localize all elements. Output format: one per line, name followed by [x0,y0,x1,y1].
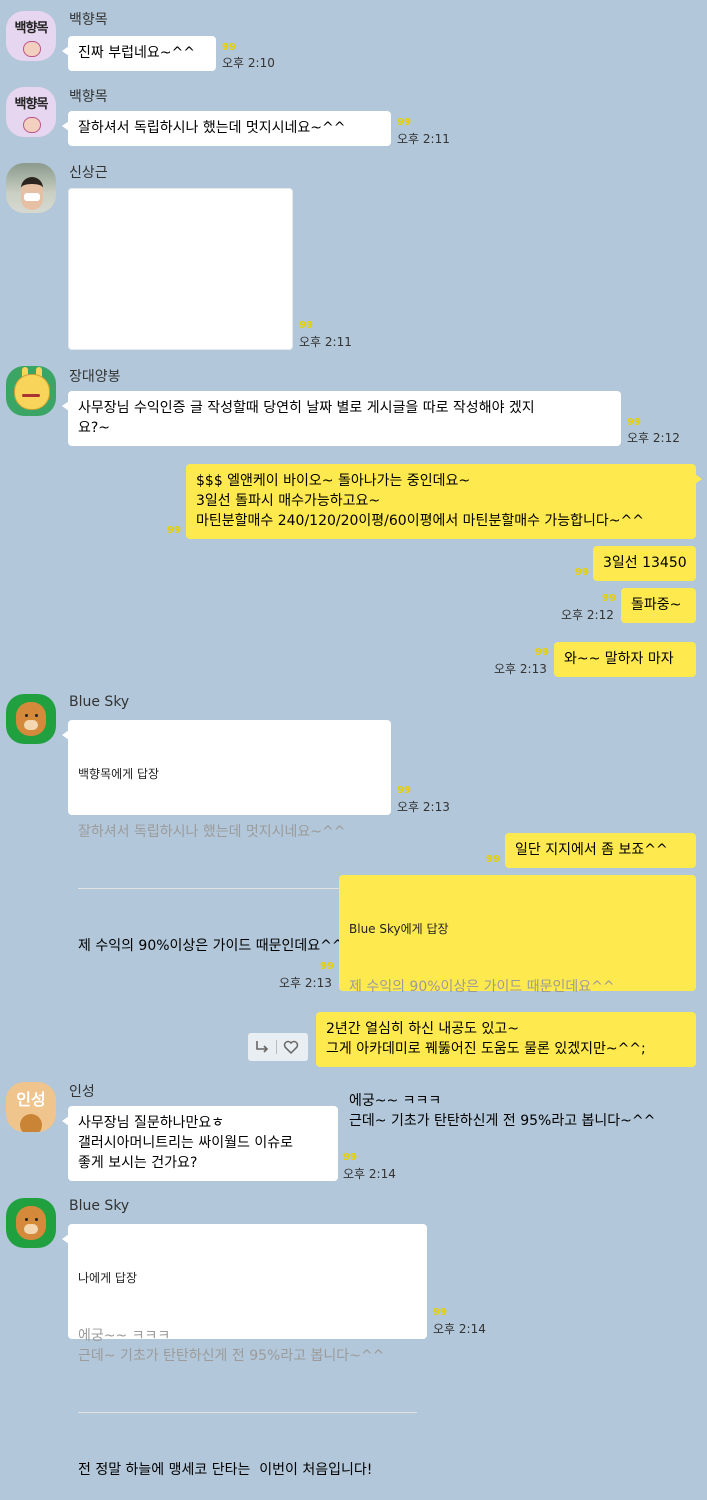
unread-count: 99 [627,417,641,428]
unread-count: 99 [486,854,500,865]
unread-count: 99 [535,647,549,658]
avatar-face [23,117,41,133]
unread-count: 99 [167,525,181,536]
reply-text: 제 수익의 90%이상은 가이드 때문인데요^^ [78,938,344,954]
reply-quote: 잘하셔서 독립하시나 했는데 멋지시네요~^^ [78,824,346,840]
avatar-face [14,374,50,410]
avatar-label: 백향목 [14,21,49,36]
reply-bubble[interactable]: Blue Sky에게 답장 제 수익의 90%이상은 가이드 때문인데요^^ 에… [339,875,696,1129]
avatar-mask [24,193,40,201]
reply-divider [78,888,381,889]
unread-count: 99 [575,567,589,578]
message-time: 오후 2:14 [433,1322,486,1336]
message-bubble[interactable]: 일단 지지에서 좀 보죠^^ [505,833,696,868]
avatar-face [20,1114,42,1132]
reply-quote: 제 수익의 90%이상은 가이드 때문인데요^^ [349,979,615,995]
message-bubble[interactable]: 돌파중~ [621,588,696,623]
unread-count: 99 [320,961,334,972]
avatar-eye [35,1218,38,1221]
avatar-eye [25,1218,28,1221]
reply-target: Blue Sky에게 답장 [349,922,449,936]
message-time: 오후 2:11 [299,335,352,349]
avatar-face [16,702,46,736]
avatar[interactable] [6,1198,56,1248]
unread-count: 99 [343,1152,357,1163]
message-time: 오후 2:11 [397,132,450,146]
avatar-mouth [22,394,40,397]
unread-count: 99 [602,593,616,604]
unread-count: 99 [433,1307,447,1318]
sender-name: 백향목 [69,89,108,105]
message-time: 오후 2:12 [627,431,680,445]
reply-icon[interactable] [248,1033,276,1061]
unread-count: 99 [299,320,313,331]
reply-text: 전 정말 하늘에 맹세코 단타는 이번이 처음입니다! [78,1462,373,1478]
message-time: 오후 2:13 [397,800,450,814]
reply-target: 백향목에게 답장 [78,767,160,781]
avatar[interactable] [6,366,56,416]
unread-count: 99 [397,117,411,128]
sender-name: 백향목 [69,12,108,28]
avatar[interactable] [6,694,56,744]
message-bubble[interactable]: 잘하셔서 독립하시나 했는데 멋지시네요~^^ [62,111,391,146]
message-bubble[interactable]: 사무장님 질문하나만요ㅎ 갤러시아머니트리는 싸이월드 이슈로 좋게 보시는 건… [62,1106,338,1181]
avatar[interactable] [6,163,56,213]
message-actions [248,1033,308,1061]
avatar[interactable]: 백향목 [6,87,56,137]
heart-icon[interactable] [277,1033,305,1061]
message-time: 오후 2:10 [222,56,275,70]
avatar-face [16,1206,46,1240]
message-bubble[interactable]: 사무장님 수익인증 글 작성할때 당연히 날짜 별로 게시글을 따로 작성해야 … [62,391,621,446]
message-time: 오후 2:13 [494,662,547,676]
sender-name: 장대양봉 [69,369,121,385]
reply-divider [78,1412,417,1413]
message-bubble[interactable]: 와~~ 말하자 마자 [554,642,696,677]
sender-name: 인성 [69,1084,95,1100]
avatar-eye [35,714,38,717]
message-time: 오후 2:12 [561,608,614,622]
avatar-label: 인성 [16,1090,46,1109]
avatar-snout [24,1224,38,1234]
sender-name: Blue Sky [69,694,130,710]
reply-bubble[interactable]: 백향목에게 답장 잘하셔서 독립하시나 했는데 멋지시네요~^^ 제 수익의 9… [62,720,391,954]
sender-name: 신상근 [69,165,108,181]
image-message[interactable] [68,188,293,350]
message-bubble[interactable]: $$$ 엘앤케이 바이오~ 돌아나가는 중인데요~ 3일선 돌파시 매수가능하고… [186,464,702,539]
reply-bubble[interactable]: 나에게 답장 에궁~~ ㅋㅋㅋ 근데~ 기초가 탄탄하신게 전 95%라고 봅니… [62,1224,427,1478]
reply-target: 나에게 답장 [78,1271,138,1285]
unread-count: 99 [397,785,411,796]
message-bubble[interactable]: 진짜 부럽네요~^^ [62,36,216,71]
message-bubble[interactable]: 3일선 13450 [593,546,696,581]
avatar[interactable]: 인성 [6,1082,56,1132]
message-bubble[interactable]: 2년간 열심히 하신 내공도 있고~ 그게 아카데미로 꿰뚫어진 도움도 물론 … [316,1012,696,1067]
reply-quote: 에궁~~ ㅋㅋㅋ 근데~ 기초가 탄탄하신게 전 95%라고 봅니다~^^ [78,1328,385,1364]
reply-text: 에궁~~ ㅋㅋㅋ 근데~ 기초가 탄탄하신게 전 95%라고 봅니다~^^ [349,1093,656,1129]
message-time: 오후 2:13 [279,976,332,990]
unread-count: 99 [222,42,236,53]
message-time: 오후 2:14 [343,1167,396,1181]
sender-name: Blue Sky [69,1198,130,1214]
avatar[interactable]: 백향목 [6,11,56,61]
avatar-eye [25,714,28,717]
avatar-label: 백향목 [14,97,49,112]
avatar-face [23,41,41,57]
avatar-snout [24,720,38,730]
